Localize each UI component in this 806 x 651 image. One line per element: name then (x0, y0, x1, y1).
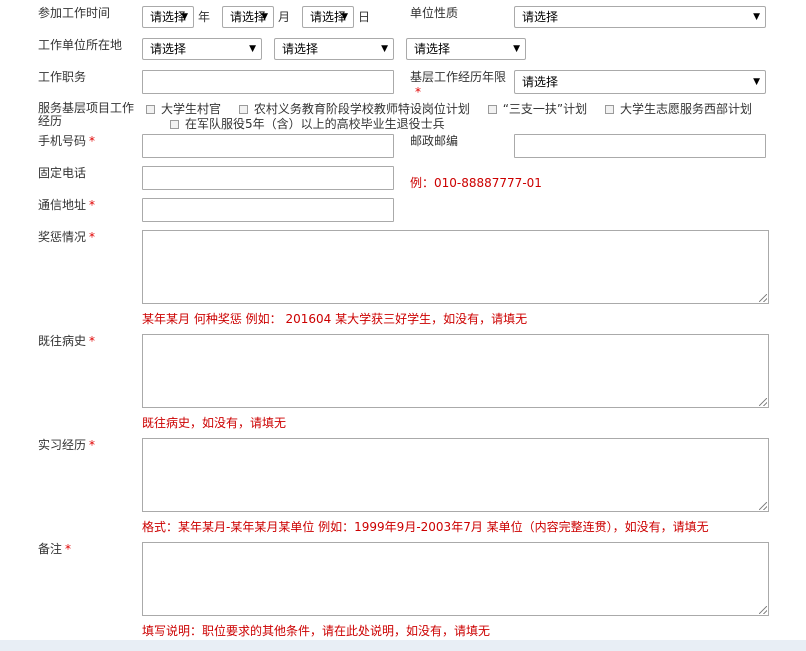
mobile-input[interactable] (142, 134, 394, 158)
checkbox-icon[interactable] (146, 105, 155, 114)
mobile-label-text: 手机号码 (38, 134, 87, 148)
resize-handle-icon[interactable] (759, 606, 767, 614)
awards-label: 奖惩情况 * (38, 230, 95, 245)
city-value: 请选择 (282, 42, 319, 56)
month-unit: 月 (278, 10, 291, 24)
grassroots-project-label: 服务基层项目工作经历 (38, 101, 135, 128)
unit-nature-label: 单位性质 (410, 6, 459, 20)
mobile-label: 手机号码 * (38, 134, 95, 149)
project-option-three-supports[interactable]: “三支一扶”计划 (487, 102, 588, 116)
grassroots-years-label: 基层工作经历年限 * (410, 70, 506, 100)
work-location-label: 工作单位所在地 (38, 38, 123, 52)
internship-textarea[interactable] (142, 438, 769, 512)
chevron-down-icon: ▼ (381, 44, 388, 54)
page-bottom-strip (0, 640, 806, 651)
project-option-special-teacher[interactable]: 农村义务教育阶段学校教师特设岗位计划 (238, 102, 470, 116)
remarks-hint: 填写说明：职位要求的其他条件，请在此处说明，如没有，请填无 (142, 624, 491, 638)
work-location-city-select[interactable]: 请选择 ▼ (274, 38, 394, 60)
chevron-down-icon: ▼ (341, 12, 348, 22)
grassroots-years-label-text: 基层工作经历年限 (410, 70, 507, 84)
required-mark: * (89, 438, 96, 452)
unit-nature-value: 请选择 (522, 10, 559, 24)
resize-handle-icon[interactable] (759, 294, 767, 302)
work-start-label: 参加工作时间 (38, 6, 111, 20)
internship-label-text: 实习经历 (38, 438, 87, 452)
landline-input[interactable] (142, 166, 394, 190)
checkbox-icon[interactable] (604, 105, 614, 114)
medical-history-label-text: 既往病史 (38, 334, 87, 348)
job-title-label: 工作职务 (38, 70, 87, 84)
required-mark: * (415, 85, 421, 99)
medical-history-hint: 既往病史，如没有，请填无 (142, 416, 287, 430)
project-option-label: “三支一扶”计划 (502, 102, 588, 116)
chevron-down-icon: ▼ (513, 44, 520, 54)
required-mark: * (89, 230, 96, 244)
chevron-down-icon: ▼ (753, 77, 760, 87)
day-unit: 日 (358, 10, 371, 24)
postcode-label: 邮政邮编 (410, 134, 459, 148)
resize-handle-icon[interactable] (759, 502, 767, 510)
work-start-month-select[interactable]: 请选择 ▼ (222, 6, 274, 28)
work-start-day-select[interactable]: 请选择 ▼ (302, 6, 354, 28)
landline-label: 固定电话 (38, 166, 87, 180)
address-label: 通信地址 * (38, 198, 95, 213)
unit-nature-select[interactable]: 请选择 ▼ (514, 6, 766, 28)
grassroots-years-select[interactable]: 请选择 ▼ (514, 70, 766, 94)
resize-handle-icon[interactable] (759, 398, 767, 406)
work-location-province-select[interactable]: 请选择 ▼ (142, 38, 262, 60)
medical-history-label: 既往病史 * (38, 334, 95, 349)
awards-textarea[interactable] (142, 230, 769, 304)
project-option-village-official[interactable]: 大学生村官 (146, 102, 221, 116)
project-option-label: 大学生志愿服务西部计划 (619, 102, 752, 116)
address-label-text: 通信地址 (38, 198, 87, 212)
district-value: 请选择 (414, 42, 451, 56)
chevron-down-icon: ▼ (261, 12, 268, 22)
grassroots-years-value: 请选择 (522, 75, 559, 89)
checkbox-icon[interactable] (238, 105, 248, 114)
province-value: 请选择 (150, 42, 187, 56)
checkbox-icon[interactable] (487, 105, 497, 114)
work-location-district-select[interactable]: 请选择 ▼ (406, 38, 526, 60)
chevron-down-icon: ▼ (753, 12, 760, 22)
landline-hint: 例：010-88887777-01 (410, 176, 542, 190)
awards-hint: 某年某月 何种奖惩 例如： 201604 某大学获三好学生，如没有，请填无 (142, 312, 528, 326)
project-option-veteran[interactable]: 在军队服役5年（含）以上的高校毕业生退役士兵 (170, 117, 445, 131)
address-input[interactable] (142, 198, 394, 222)
required-mark: * (89, 198, 96, 212)
medical-history-textarea[interactable] (142, 334, 769, 408)
remarks-textarea[interactable] (142, 542, 769, 616)
project-option-western-volunteer[interactable]: 大学生志愿服务西部计划 (604, 102, 752, 116)
awards-label-text: 奖惩情况 (38, 230, 87, 244)
grassroots-project-options-row2: 在军队服役5年（含）以上的高校毕业生退役士兵 (170, 117, 459, 131)
grassroots-project-options-row1: 大学生村官 农村义务教育阶段学校教师特设岗位计划 “三支一扶”计划 大学生志愿服… (146, 102, 752, 116)
required-mark: * (65, 542, 72, 556)
project-option-label: 农村义务教育阶段学校教师特设岗位计划 (253, 102, 470, 116)
work-start-year-select[interactable]: 请选择 ▼ (142, 6, 194, 28)
chevron-down-icon: ▼ (181, 12, 188, 22)
internship-hint: 格式：某年某月-某年某月某单位 例如：1999年9月-2003年7月 某单位（内… (142, 520, 709, 534)
checkbox-icon[interactable] (170, 120, 179, 129)
project-option-label: 大学生村官 (161, 102, 222, 116)
job-title-input[interactable] (142, 70, 394, 94)
required-mark: * (89, 334, 96, 348)
postcode-input[interactable] (514, 134, 766, 158)
remarks-label-text: 备注 (38, 542, 63, 556)
chevron-down-icon: ▼ (249, 44, 256, 54)
remarks-label: 备注 * (38, 542, 71, 557)
internship-label: 实习经历 * (38, 438, 95, 453)
required-mark: * (89, 134, 96, 148)
year-unit: 年 (198, 10, 211, 24)
project-option-label: 在军队服役5年（含）以上的高校毕业生退役士兵 (185, 117, 445, 131)
